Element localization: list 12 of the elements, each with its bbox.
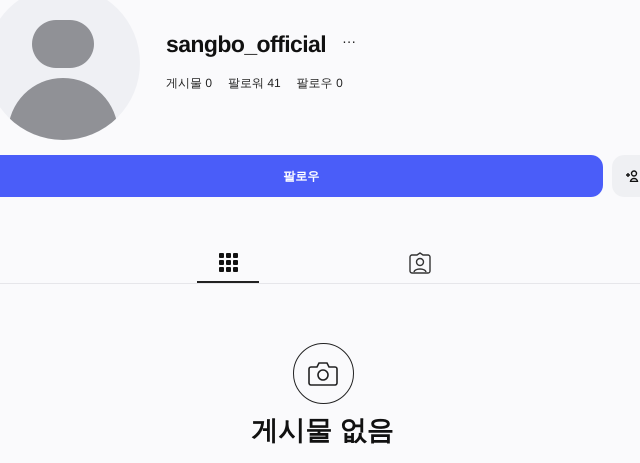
stat-count: 팔로워 41: [228, 74, 281, 92]
follow-button[interactable]: 팔로우: [0, 155, 603, 197]
grid-icon: [218, 253, 238, 272]
empty-title: 게시물 없음: [252, 417, 394, 444]
stat-count: 팔로우 0: [296, 74, 343, 92]
add-person-icon: [625, 170, 639, 182]
stat-count: 게시물 0: [166, 74, 212, 92]
more-button[interactable]: ···: [342, 34, 356, 48]
person-tag-icon: [409, 252, 431, 274]
add-person-button[interactable]: [612, 155, 640, 197]
username: sangbo_official: [166, 30, 326, 59]
camera-icon: [292, 343, 354, 404]
